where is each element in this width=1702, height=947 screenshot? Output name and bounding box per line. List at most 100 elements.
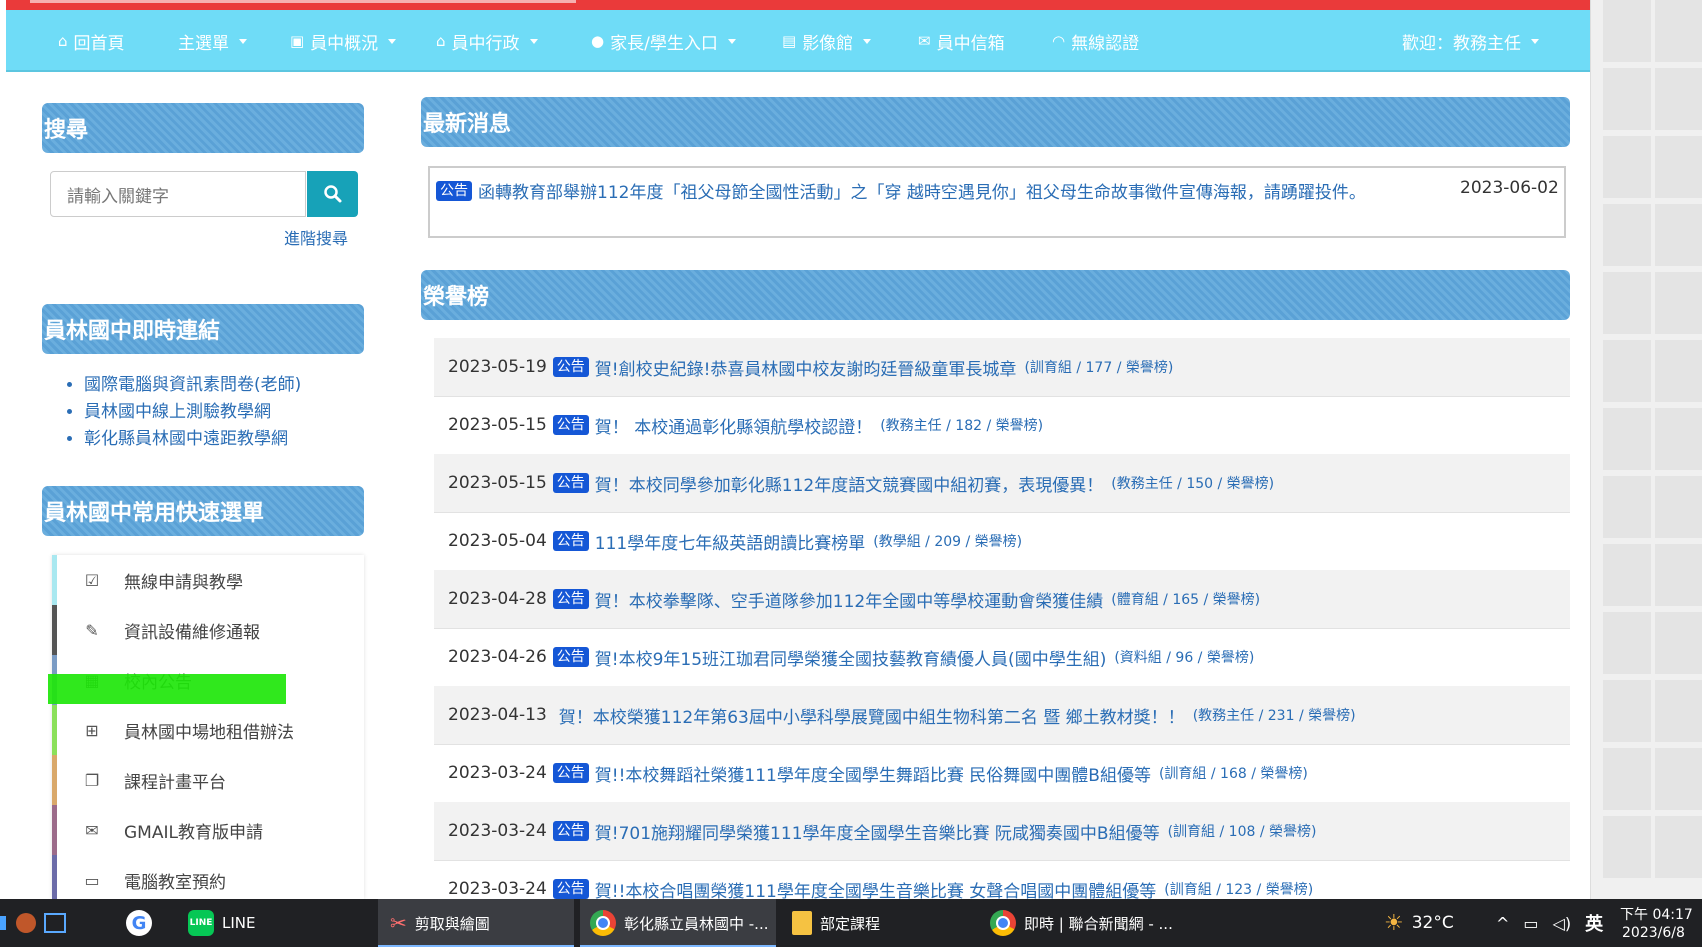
nav-mailbox-label: 員中信箱	[936, 33, 1005, 54]
honor-row-title[interactable]: 賀！本校同學參加彰化縣112年度語文競賽國中組初賽，表現優異！	[595, 471, 1103, 496]
weather-widget[interactable]: ☀ 32°C	[1384, 899, 1454, 947]
quick-menu-item[interactable]: ✎ 資訊設備維修通報	[52, 605, 364, 655]
quick-menu-item[interactable]: ⊞ 員林國中場地租借辦法	[52, 705, 364, 755]
links-panel-header: 員林國中即時連結	[42, 304, 364, 354]
honor-row-title[interactable]: 賀!!本校舞蹈社榮獲111學年度全國學生舞蹈比賽 民俗舞國中團體B組優等	[595, 761, 1151, 786]
weather-sun-icon: ☀	[1384, 910, 1404, 936]
taskbar-chrome-2[interactable]: 即時 | 聯合新聞網 - ...	[990, 899, 1173, 947]
loading-bar	[6, 0, 1590, 10]
nav-user-menu[interactable]: 歡迎：教務主任	[1402, 29, 1539, 54]
announcement-badge: 公告	[552, 879, 589, 899]
search-panel-header: 搜尋	[42, 103, 364, 153]
honor-row-date: 2023-03-24	[448, 763, 547, 783]
honor-row-title[interactable]: 賀!701施翔耀同學榮獲111學年度全國學生音樂比賽 阮咸獨奏國中B組優等	[595, 819, 1160, 844]
quick-link[interactable]: 國際電腦與資訊素問卷(老師)	[84, 372, 301, 399]
check-square-icon: ☑	[84, 570, 100, 590]
announcement-badge: 公告	[552, 647, 589, 667]
nav-mailbox[interactable]: ✉ 員中信箱	[918, 29, 1005, 54]
honor-row-meta: (訓育組 / 177 / 榮譽榜)	[1024, 360, 1174, 376]
line-icon: LINE	[188, 910, 214, 936]
quick-menu-item[interactable]: ✉ GMAIL教育版申請	[52, 805, 364, 855]
honor-row-title[interactable]: 賀!創校史紀錄!恭喜員林國中校友謝昀廷晉級童軍長城章	[595, 355, 1017, 380]
honor-row-title[interactable]: 賀！本校拳擊隊、空手道隊參加112年全國中等學校運動會榮獲佳績	[595, 587, 1103, 612]
honor-row[interactable]: 2023-04-28 公告 賀！本校拳擊隊、空手道隊參加112年全國中等學校運動會榮…	[434, 570, 1570, 629]
honor-row[interactable]: 2023-03-24 公告 賀!701施翔耀同學榮獲111學年度全國學生音樂比賽 阮…	[434, 802, 1570, 861]
advanced-search-link[interactable]: 進階搜尋	[284, 225, 348, 249]
honor-row[interactable]: 2023-05-15 公告 賀！ 本校通過彰化縣領航學校認證！ (教務主任 / 182…	[434, 396, 1570, 455]
honor-row-date: 2023-05-04	[448, 531, 547, 551]
honor-row-title[interactable]: 賀！ 本校通過彰化縣領航學校認證！	[595, 413, 872, 438]
quick-menu-item[interactable]: ▭ 電腦教室預約	[52, 855, 364, 899]
nav-admin-label: 員中行政	[451, 33, 520, 54]
nav-overview[interactable]: ▣ 員中概況	[290, 29, 397, 54]
honor-row-meta: (教務主任 / 150 / 榮譽榜)	[1111, 476, 1275, 492]
taskbar-app-icon[interactable]	[16, 899, 36, 947]
taskbar-line-label: LINE	[222, 914, 256, 932]
wrench-icon: ✎	[85, 620, 99, 640]
honor-row-title[interactable]: 賀!本校9年15班江珈君同學榮獲全國技藝教育績優人員(國中學生組)	[595, 645, 1107, 670]
home-icon: ⌂	[58, 32, 68, 50]
nav-home[interactable]: ⌂ 回首頁	[58, 29, 125, 54]
news-item-date: 2023-06-02	[1460, 178, 1559, 198]
main-navbar: ⌂ 回首頁 主選單 ▣ 員中概況 ⌂ 員中行政 ● 家長/學生入口 ▤ 影像館 …	[6, 10, 1590, 72]
news-ticker: 公告 函轉教育部舉辦112年度「祖父母節全國性活動」之「穿 越時空遇見你」祖父母…	[428, 166, 1566, 238]
honor-row-title[interactable]: 賀！本校榮獲112年第63屆中小學科學展覽國中組生物科第二名 暨 鄉土教材獎！！	[559, 703, 1185, 728]
honor-row-title[interactable]: 111學年度七年級英語朗讀比賽榜單	[595, 529, 865, 554]
quick-link[interactable]: 員林國中線上測驗教學網	[84, 399, 301, 426]
quick-menu-item[interactable]: ❐ 課程計畫平台	[52, 755, 364, 805]
honor-row[interactable]: 2023-03-24 公告 賀!!本校合唱團榮獲111學年度全國學生音樂比賽 女聲合…	[434, 860, 1570, 899]
news-item[interactable]: 公告 函轉教育部舉辦112年度「祖父母節全國性活動」之「穿 越時空遇見你」祖父母…	[436, 178, 1366, 203]
windows-taskbar: G LINE LINE ✂ 剪取與繪圖 彰化縣立員林國中 -... 部定課程 即…	[0, 899, 1702, 947]
taskbar-chrome-1[interactable]: 彰化縣立員林國中 -...	[580, 899, 776, 947]
caret-down-icon	[863, 38, 872, 44]
taskbar-line[interactable]: LINE LINE	[188, 899, 255, 947]
announcement-badge: 公告	[552, 473, 589, 493]
laptop-icon: ▭	[84, 870, 100, 890]
honor-row-date: 2023-05-15	[448, 473, 547, 493]
nav-wifi[interactable]: ◠ 無線認證	[1052, 29, 1140, 54]
chrome-icon	[590, 910, 616, 936]
honor-row-date: 2023-05-19	[448, 357, 547, 377]
quick-menu-title: 員林國中常用快速選單	[44, 501, 265, 526]
honor-row[interactable]: 2023-05-04 公告 111學年度七年級英語朗讀比賽榜單 (教學組 / 209 …	[434, 512, 1570, 571]
honor-panel-header: 榮譽榜	[421, 270, 1570, 320]
taskbar-google[interactable]: G	[126, 899, 152, 947]
honor-row-title[interactable]: 賀!!本校合唱團榮獲111學年度全國學生音樂比賽 女聲合唱國中團體組優等	[595, 877, 1156, 900]
chrome-icon	[990, 910, 1016, 936]
honor-row[interactable]: 2023-03-24 公告 賀!!本校舞蹈社榮獲111學年度全國學生舞蹈比賽 民俗舞…	[434, 744, 1570, 803]
links-panel-title: 員林國中即時連結	[44, 319, 221, 344]
nav-wifi-label: 無線認證	[1071, 33, 1140, 54]
news-panel-header: 最新消息	[421, 97, 1570, 147]
honor-row-meta: (訓育組 / 108 / 榮譽榜)	[1167, 824, 1317, 840]
nav-home-label: 回首頁	[73, 33, 125, 54]
clock-time: 下午 04:17	[1620, 907, 1693, 923]
honor-list: 2023-05-19 公告 賀!創校史紀錄!恭喜員林國中校友謝昀廷晉級童軍長城章 (訓…	[434, 338, 1570, 899]
taskbar-chrome-1-label: 彰化縣立員林國中 -...	[624, 914, 769, 933]
nav-overview-label: 員中概況	[310, 33, 379, 54]
clock-date: 2023/6/8	[1622, 925, 1685, 941]
quick-link[interactable]: 彰化縣員林國中遠距教學網	[84, 426, 301, 453]
quick-links-list: 國際電腦與資訊素問卷(老師) 員林國中線上測驗教學網 彰化縣員林國中遠距教學網	[56, 372, 301, 453]
volume-icon: ◁)	[1552, 913, 1572, 933]
taskbar-media-icon[interactable]	[44, 899, 66, 947]
search-button[interactable]	[307, 171, 358, 217]
news-item-title: 函轉教育部舉辦112年度「祖父母節全國性活動」之「穿 越時空遇見你」祖父母生命故…	[478, 183, 1366, 203]
honor-row[interactable]: 2023-04-13 賀！本校榮獲112年第63屆中小學科學展覽國中組生物科第二名…	[434, 686, 1570, 745]
search-panel-title: 搜尋	[44, 118, 89, 143]
honor-row[interactable]: 2023-05-19 公告 賀!創校史紀錄!恭喜員林國中校友謝昀廷晉級童軍長城章 (訓…	[434, 338, 1570, 397]
nav-main-menu[interactable]: 主選單	[178, 29, 247, 54]
nav-gallery[interactable]: ▤ 影像館	[782, 29, 872, 54]
start-edge[interactable]	[0, 899, 6, 947]
copy-icon: ❐	[84, 770, 100, 790]
taskbar-chrome-2-label: 即時 | 聯合新聞網 - ...	[1024, 914, 1173, 933]
taskbar-folder[interactable]: 部定課程	[792, 899, 880, 947]
search-input[interactable]: 請輸入關鍵字	[50, 171, 306, 217]
honor-row-meta: (教務主任 / 182 / 榮譽榜)	[880, 418, 1044, 434]
taskbar-snip[interactable]: ✂ 剪取與繪圖	[378, 899, 574, 947]
system-tray[interactable]: ^ ▭ ◁) 英	[1496, 899, 1603, 947]
nav-parents[interactable]: ● 家長/學生入口	[591, 29, 736, 54]
quick-menu-item[interactable]: ☑ 無線申請與教學	[52, 555, 364, 605]
nav-admin[interactable]: ⌂ 員中行政	[436, 29, 538, 54]
honor-row[interactable]: 2023-04-26 公告 賀!本校9年15班江珈君同學榮獲全國技藝教育績優人員(國…	[434, 628, 1570, 687]
honor-row[interactable]: 2023-05-15 公告 賀！本校同學參加彰化縣112年度語文競賽國中組初賽，表現…	[434, 454, 1570, 513]
